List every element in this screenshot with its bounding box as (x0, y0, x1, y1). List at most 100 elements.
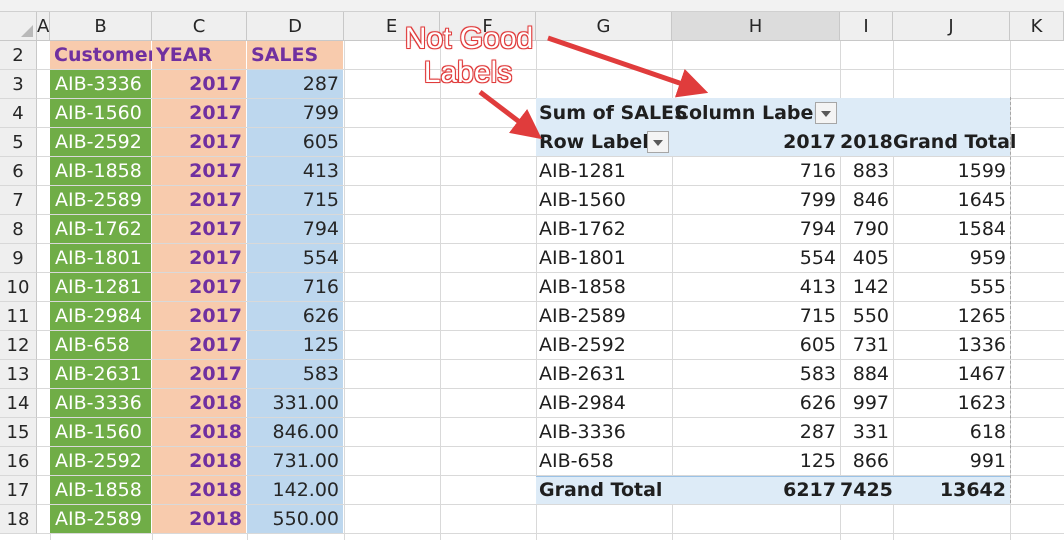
column-header-j[interactable]: J (893, 12, 1010, 41)
year-cell[interactable]: 2018 (152, 505, 246, 533)
year-cell[interactable]: 2017 (152, 186, 246, 214)
sales-cell[interactable]: 554 (247, 244, 343, 272)
pivot-value-cell[interactable]: 287 (672, 418, 836, 447)
pivot-value-cell[interactable]: 794 (672, 215, 836, 244)
pivot-row-label[interactable]: AIB-1281 (539, 157, 626, 186)
customer-cell[interactable]: AIB-1801 (50, 244, 151, 272)
pivot-row-label[interactable]: AIB-1560 (539, 186, 626, 215)
customer-cell[interactable]: AIB-2592 (50, 447, 151, 475)
year-cell[interactable]: 2017 (152, 215, 246, 243)
sales-cell[interactable]: 605 (247, 128, 343, 156)
pivot-value-cell[interactable]: 1623 (893, 389, 1006, 418)
grand-total-label[interactable]: Grand Total (539, 476, 662, 505)
year-cell[interactable]: 2017 (152, 157, 246, 185)
year-cell[interactable]: 2018 (152, 476, 246, 504)
pivot-value-cell[interactable]: 555 (893, 273, 1006, 302)
year-cell[interactable]: 2017 (152, 70, 246, 98)
pivot-row-label[interactable]: AIB-2589 (539, 302, 626, 331)
pivot-value-cell[interactable]: 846 (840, 186, 889, 215)
column-header-b[interactable]: B (50, 12, 152, 41)
sales-cell[interactable]: 287 (247, 70, 343, 98)
pivot-value-cell[interactable]: 884 (840, 360, 889, 389)
customer-cell[interactable]: AIB-3336 (50, 70, 151, 98)
year-cell[interactable]: 2018 (152, 389, 246, 417)
customer-cell[interactable]: AIB-2589 (50, 186, 151, 214)
column-header-g[interactable]: G (536, 12, 672, 41)
customer-cell[interactable]: AIB-658 (50, 331, 151, 359)
pivot-value-cell[interactable]: 716 (672, 157, 836, 186)
pivot-value-cell[interactable]: 583 (672, 360, 836, 389)
row-header-6[interactable]: 6 (0, 157, 37, 186)
row-header-12[interactable]: 12 (0, 331, 37, 360)
customer-cell[interactable]: AIB-2984 (50, 302, 151, 330)
year-cell[interactable]: 2018 (152, 418, 246, 446)
pivot-col-header[interactable]: Grand Total (893, 128, 1016, 157)
grand-total-value[interactable]: 6217 (672, 476, 836, 505)
year-cell[interactable]: 2017 (152, 244, 246, 272)
pivot-value-field[interactable]: Sum of SALES (539, 99, 688, 128)
pivot-column-labels[interactable]: Column Labels (675, 99, 831, 128)
year-cell[interactable]: 2017 (152, 273, 246, 301)
pivot-row-labels[interactable]: Row Labels (539, 128, 660, 157)
pivot-col-header[interactable]: 2018 (840, 128, 893, 157)
header-customer[interactable]: Customer (50, 41, 157, 69)
pivot-value-cell[interactable]: 715 (672, 302, 836, 331)
pivot-row-label[interactable]: AIB-2631 (539, 360, 626, 389)
row-header-11[interactable]: 11 (0, 302, 37, 331)
row-header-7[interactable]: 7 (0, 186, 37, 215)
row-labels-filter-dropdown-icon[interactable] (647, 131, 669, 153)
sales-cell[interactable]: 331.00 (247, 389, 343, 417)
pivot-value-cell[interactable]: 883 (840, 157, 889, 186)
customer-cell[interactable]: AIB-1560 (50, 418, 151, 446)
sales-cell[interactable]: 715 (247, 186, 343, 214)
pivot-value-cell[interactable]: 413 (672, 273, 836, 302)
row-header-17[interactable]: 17 (0, 476, 37, 505)
pivot-value-cell[interactable]: 1467 (893, 360, 1006, 389)
pivot-row-label[interactable]: AIB-2984 (539, 389, 626, 418)
pivot-value-cell[interactable]: 1265 (893, 302, 1006, 331)
pivot-value-cell[interactable]: 125 (672, 447, 836, 476)
pivot-row-label[interactable]: AIB-2592 (539, 331, 626, 360)
pivot-row-label[interactable]: AIB-3336 (539, 418, 626, 447)
pivot-row-label[interactable]: AIB-1801 (539, 244, 626, 273)
sales-cell[interactable]: 125 (247, 331, 343, 359)
row-header-2[interactable]: 2 (0, 41, 37, 70)
pivot-value-cell[interactable]: 618 (893, 418, 1006, 447)
customer-cell[interactable]: AIB-2631 (50, 360, 151, 388)
header-year[interactable]: YEAR (152, 41, 246, 69)
sales-cell[interactable]: 846.00 (247, 418, 343, 446)
pivot-value-cell[interactable]: 799 (672, 186, 836, 215)
sales-cell[interactable]: 716 (247, 273, 343, 301)
pivot-value-cell[interactable]: 405 (840, 244, 889, 273)
row-header-14[interactable]: 14 (0, 389, 37, 418)
customer-cell[interactable]: AIB-1762 (50, 215, 151, 243)
customer-cell[interactable]: AIB-1560 (50, 99, 151, 127)
row-header-10[interactable]: 10 (0, 273, 37, 302)
row-header-13[interactable]: 13 (0, 360, 37, 389)
row-header-3[interactable]: 3 (0, 70, 37, 99)
year-cell[interactable]: 2017 (152, 99, 246, 127)
sales-cell[interactable]: 583 (247, 360, 343, 388)
pivot-value-cell[interactable]: 959 (893, 244, 1006, 273)
row-header-15[interactable]: 15 (0, 418, 37, 447)
grand-total-value[interactable]: 13642 (893, 476, 1006, 505)
year-cell[interactable]: 2018 (152, 447, 246, 475)
pivot-value-cell[interactable]: 1645 (893, 186, 1006, 215)
customer-cell[interactable]: AIB-2589 (50, 505, 151, 533)
row-header-8[interactable]: 8 (0, 215, 37, 244)
pivot-row-label[interactable]: AIB-658 (539, 447, 614, 476)
sales-cell[interactable]: 626 (247, 302, 343, 330)
year-cell[interactable]: 2017 (152, 331, 246, 359)
customer-cell[interactable]: AIB-3336 (50, 389, 151, 417)
pivot-value-cell[interactable]: 554 (672, 244, 836, 273)
column-header-i[interactable]: I (840, 12, 893, 41)
sales-cell[interactable]: 794 (247, 215, 343, 243)
pivot-value-cell[interactable]: 991 (893, 447, 1006, 476)
row-header-5[interactable]: 5 (0, 128, 37, 157)
sales-cell[interactable]: 799 (247, 99, 343, 127)
row-header-16[interactable]: 16 (0, 447, 37, 476)
pivot-value-cell[interactable]: 142 (840, 273, 889, 302)
pivot-col-header[interactable]: 2017 (672, 128, 836, 157)
sales-cell[interactable]: 550.00 (247, 505, 343, 533)
pivot-row-label[interactable]: AIB-1762 (539, 215, 626, 244)
